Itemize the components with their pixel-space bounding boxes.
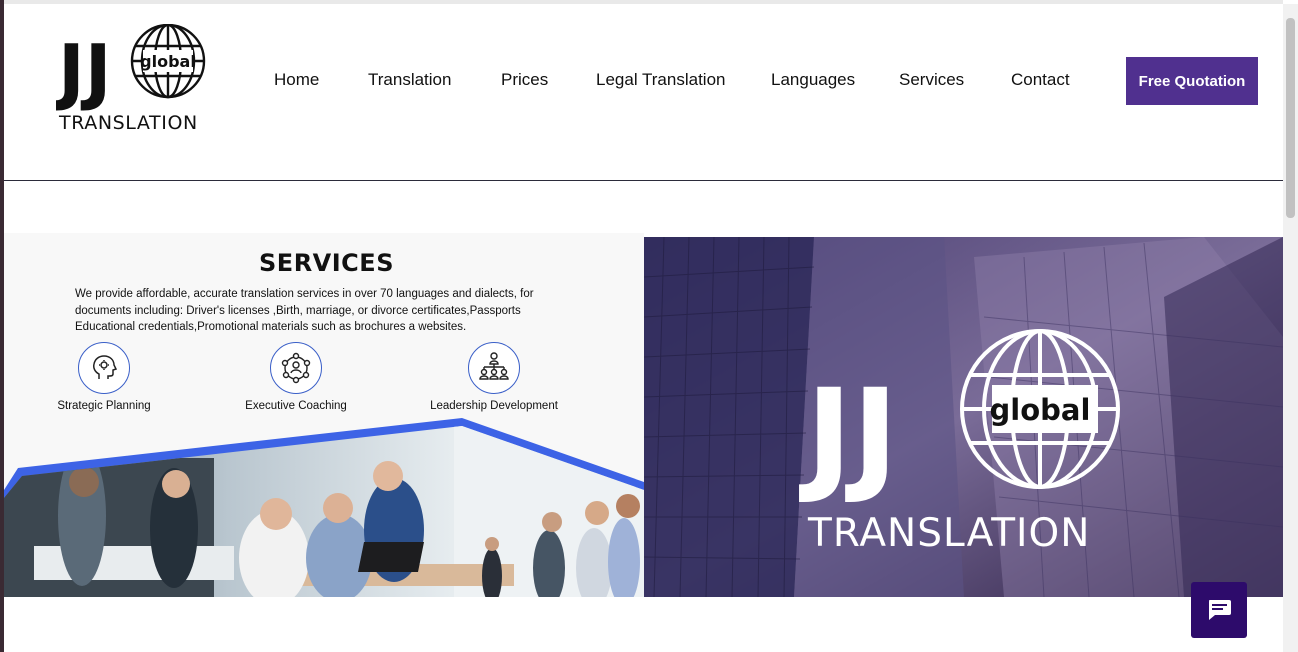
team-meeting-photo (4, 418, 644, 597)
site-logo[interactable]: JJ global TRANSLATION (56, 24, 206, 134)
nav-home[interactable]: Home (274, 70, 319, 90)
brand-banner-art: JJ global TRANSLATION (644, 237, 1283, 597)
feature-label: Strategic Planning (57, 400, 151, 412)
nav-legal-translation[interactable]: Legal Translation (596, 70, 725, 90)
nav-languages[interactable]: Languages (771, 70, 855, 90)
site-header: JJ global TRANSLATION Home Translation P… (4, 4, 1283, 181)
chat-widget-button[interactable] (1191, 582, 1247, 638)
scrollbar-thumb[interactable] (1286, 18, 1295, 218)
services-desc-line: documents including: Driver's licenses ,… (75, 304, 521, 317)
feature-strategic-planning: Strategic Planning (19, 342, 189, 412)
nav-contact[interactable]: Contact (1011, 70, 1070, 90)
services-banner: SERVICES We provide affordable, accurate… (4, 233, 644, 597)
nav-translation[interactable]: Translation (368, 70, 451, 90)
banner-logo-letters: JJ (799, 363, 898, 507)
services-description: We provide affordable, accurate translat… (75, 286, 575, 336)
feature-label: Leadership Development (430, 400, 558, 412)
logo-letters: JJ (56, 29, 112, 113)
nav-prices[interactable]: Prices (501, 70, 548, 90)
logo-word: TRANSLATION (58, 112, 198, 134)
feature-executive-coaching: Executive Coaching (211, 342, 381, 412)
banner-word: TRANSLATION (807, 511, 1090, 556)
org-chart-icon (468, 342, 520, 394)
people-network-icon (270, 342, 322, 394)
logo-globe-word: global (140, 52, 196, 71)
head-idea-icon (78, 342, 130, 394)
services-desc-line: We provide affordable, accurate translat… (75, 288, 534, 300)
nav-services[interactable]: Services (899, 70, 964, 90)
banner-globe-word: global (990, 393, 1091, 427)
services-title: SERVICES (259, 249, 394, 277)
page-scrollbar[interactable] (1283, 4, 1298, 652)
feature-leadership-development: Leadership Development (409, 342, 579, 412)
chat-bubble-icon (1209, 600, 1231, 620)
feature-label: Executive Coaching (245, 400, 347, 412)
brand-banner: JJ global TRANSLATION (644, 237, 1283, 597)
free-quotation-button[interactable]: Free Quotation (1126, 57, 1258, 105)
services-desc-line: Educational credentials,Promotional mate… (75, 321, 467, 333)
